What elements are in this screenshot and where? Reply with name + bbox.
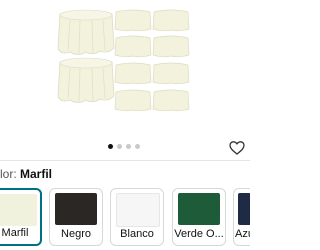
swatch-label: Negro	[61, 228, 91, 240]
carousel-dot[interactable]	[117, 144, 122, 149]
swatch-thumbnail	[55, 193, 97, 225]
color-swatch-negro[interactable]: Negro	[49, 188, 103, 246]
swatch-label: Blanco	[120, 228, 154, 240]
swatch-label: Marfil	[1, 227, 29, 239]
carousel-dot[interactable]	[108, 144, 113, 149]
swatch-thumbnail	[0, 194, 37, 226]
heart-outline-icon[interactable]	[229, 140, 245, 156]
color-selector-label: lor: Marfil	[0, 166, 52, 182]
divider	[0, 160, 250, 161]
tablecloth-large-1	[57, 9, 115, 55]
product-image[interactable]	[0, 0, 250, 132]
color-label-prefix: lor:	[0, 167, 17, 181]
carousel-dots[interactable]	[108, 143, 142, 151]
color-swatch-azul[interactable]: Azu	[233, 188, 250, 246]
tablecloth-large-2	[57, 57, 115, 103]
swatch-thumbnail	[116, 193, 160, 227]
swatch-label: Verde O...	[174, 228, 224, 240]
product-page: lor: Marfil Marfil Negro Blanco Verde O.…	[0, 0, 250, 250]
swatch-thumbnail	[238, 193, 250, 225]
tablecloth-small-grid	[114, 9, 190, 112]
color-swatch-verde[interactable]: Verde O...	[172, 188, 226, 246]
selected-color-value: Marfil	[20, 167, 53, 181]
carousel-dot[interactable]	[126, 144, 131, 149]
color-swatch-blanco[interactable]: Blanco	[110, 188, 164, 246]
swatch-thumbnail	[178, 193, 220, 225]
color-swatch-marfil[interactable]: Marfil	[0, 188, 42, 246]
carousel-dot[interactable]	[135, 144, 140, 149]
swatch-label: Azu	[235, 228, 250, 240]
